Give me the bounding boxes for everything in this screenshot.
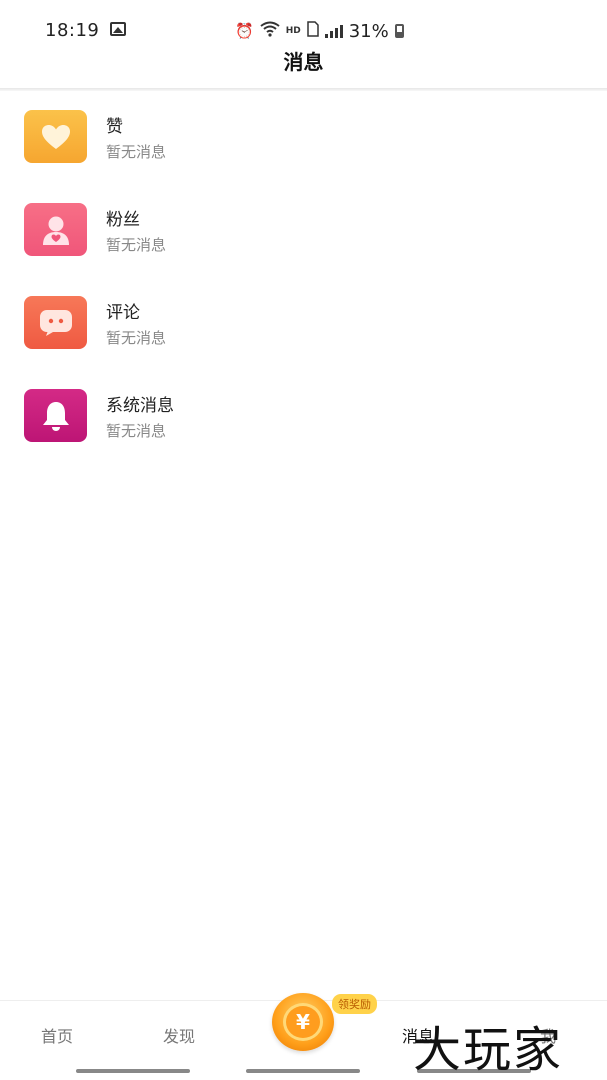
message-subtitle: 暂无消息 xyxy=(106,329,167,347)
nav-item-discover[interactable]: 发现 xyxy=(163,1023,195,1047)
message-item-likes[interactable]: 赞 暂无消息 xyxy=(0,100,607,180)
sim-icon xyxy=(306,21,319,41)
message-title: 系统消息 xyxy=(106,396,174,416)
message-subtitle: 暂无消息 xyxy=(106,236,167,254)
message-subtitle: 暂无消息 xyxy=(106,422,167,440)
message-item-system[interactable]: 系统消息 暂无消息 xyxy=(0,379,607,459)
status-time: 18:19 xyxy=(45,20,100,41)
message-item-fans[interactable]: 粉丝 暂无消息 xyxy=(0,193,607,273)
page-title: 消息 xyxy=(283,50,324,74)
battery-percent: 31% xyxy=(348,20,389,42)
gesture-bar xyxy=(76,1069,190,1073)
heart-icon xyxy=(24,110,87,163)
signal-icon xyxy=(324,24,343,38)
message-item-comments[interactable]: 评论 暂无消息 xyxy=(0,286,607,366)
message-title: 评论 xyxy=(106,303,140,323)
message-title: 粉丝 xyxy=(106,210,140,230)
yuan-coin-icon: ¥ xyxy=(283,1003,323,1041)
bell-icon xyxy=(24,389,87,442)
nav-item-home[interactable]: 首页 xyxy=(41,1023,73,1047)
status-icons: ⏰ HD 31% xyxy=(235,20,404,42)
gesture-bar xyxy=(246,1069,360,1073)
reward-badge[interactable]: 领奖励 xyxy=(332,994,377,1014)
header-divider xyxy=(0,88,607,91)
watermark: 大玩家 xyxy=(413,1022,564,1078)
message-title: 赞 xyxy=(106,117,123,137)
wifi-icon xyxy=(260,21,280,41)
comment-icon xyxy=(24,296,87,349)
image-icon xyxy=(110,22,126,36)
battery-icon xyxy=(394,24,404,38)
coin-reward-button[interactable]: ¥ xyxy=(272,993,334,1051)
hd-icon: HD xyxy=(285,26,301,36)
status-bar: 18:19 ⏰ HD 31% xyxy=(0,0,607,44)
alarm-icon: ⏰ xyxy=(235,21,254,40)
message-subtitle: 暂无消息 xyxy=(106,143,167,161)
person-icon xyxy=(24,203,87,256)
